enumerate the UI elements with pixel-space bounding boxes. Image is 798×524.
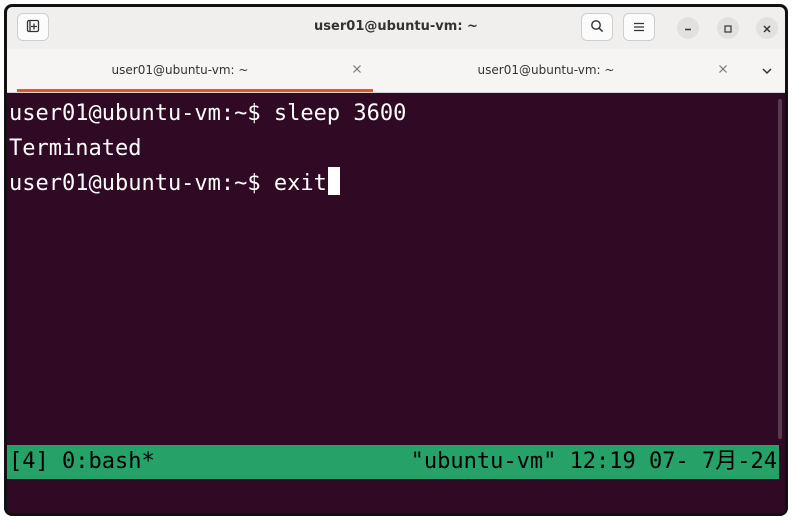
tab-2[interactable]: user01@ubuntu-vm: ~ — [383, 49, 739, 92]
search-icon — [590, 18, 604, 37]
tab-close-button[interactable] — [715, 61, 731, 77]
tab-label: user01@ubuntu-vm: ~ — [477, 63, 615, 77]
close-button[interactable] — [756, 17, 778, 39]
search-button[interactable] — [581, 13, 613, 41]
terminal-area[interactable]: user01@ubuntu-vm:~$ sleep 3600 Terminate… — [7, 93, 785, 516]
scrollbar[interactable] — [778, 99, 782, 439]
tab-1[interactable]: user01@ubuntu-vm: ~ — [17, 49, 373, 92]
tab-label: user01@ubuntu-vm: ~ — [111, 63, 249, 77]
close-icon — [762, 19, 772, 38]
tab-close-button[interactable] — [349, 61, 365, 77]
active-tab-indicator — [17, 89, 373, 92]
terminal-window: user01@ubuntu-vm: ~ user01@ubuntu-vm: ~ … — [4, 4, 788, 516]
menu-button[interactable] — [623, 13, 655, 41]
window-title: user01@ubuntu-vm: ~ — [314, 19, 478, 34]
tmux-window-list: [4] 0:bash* — [9, 449, 155, 474]
terminal-line: user01@ubuntu-vm:~$ sleep 3600 — [9, 101, 407, 126]
title-bar: user01@ubuntu-vm: ~ — [7, 7, 785, 49]
hamburger-menu-icon — [633, 18, 645, 37]
terminal-line: Terminated — [9, 136, 142, 161]
bottom-edge — [7, 513, 785, 516]
tmux-status-right: "ubuntu-vm" 12:19 07- 7月-24 — [410, 449, 777, 474]
tab-bar: user01@ubuntu-vm: ~ user01@ubuntu-vm: ~ — [7, 49, 785, 93]
tmux-status-bar: [4] 0:bash* "ubuntu-vm" 12:19 07- 7月-24 — [7, 445, 779, 479]
terminal-line-text: user01@ubuntu-vm:~$ exit — [9, 171, 327, 196]
maximize-icon — [723, 19, 733, 38]
minimize-icon — [683, 19, 693, 38]
tab-close-icon — [353, 65, 361, 73]
tab-overflow-button[interactable] — [759, 63, 775, 79]
maximize-button[interactable] — [717, 17, 739, 39]
tab-close-icon — [719, 65, 727, 73]
chevron-down-icon — [762, 68, 772, 75]
terminal-prompt-line: user01@ubuntu-vm:~$ exit — [9, 167, 340, 201]
minimize-button[interactable] — [677, 17, 699, 39]
text-cursor — [327, 167, 340, 195]
